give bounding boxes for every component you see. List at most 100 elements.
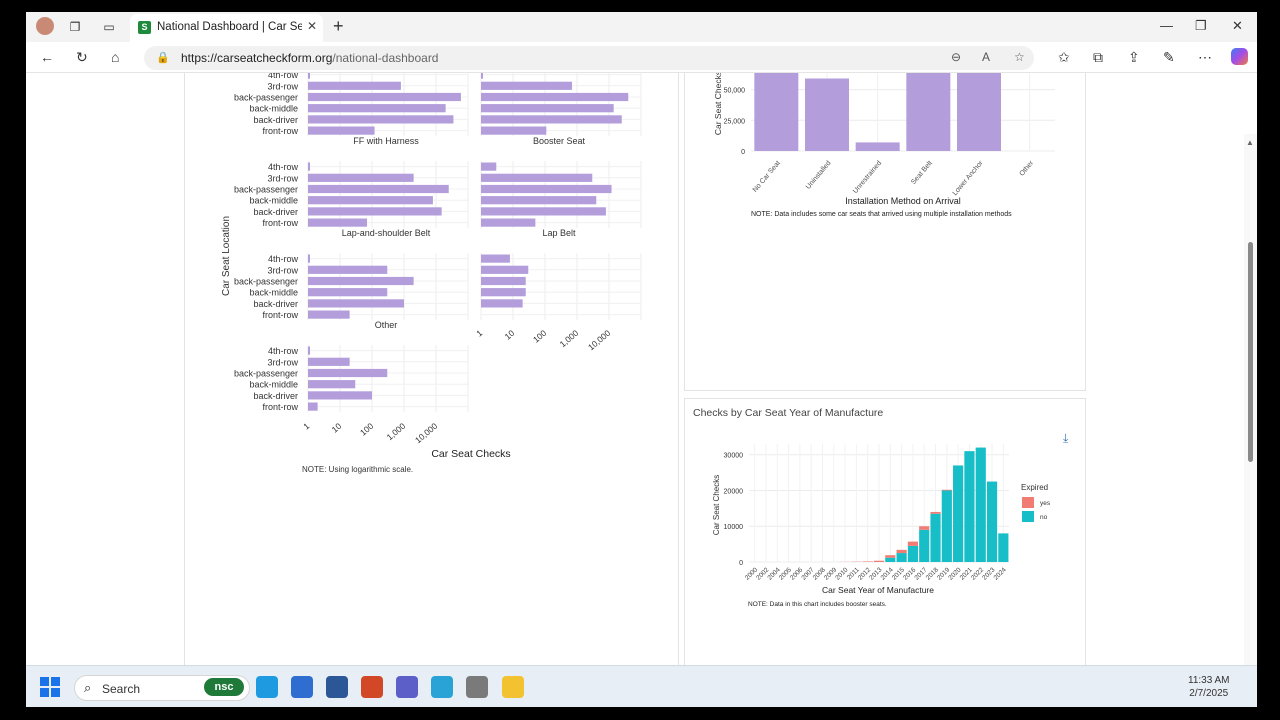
bar bbox=[308, 276, 414, 286]
x-tick-label: Unrestrained bbox=[852, 160, 883, 195]
workspaces-icon[interactable]: ❐ bbox=[67, 19, 83, 35]
bar-yes bbox=[873, 560, 885, 562]
y-axis-label: Car Seat Location bbox=[221, 216, 232, 296]
bar bbox=[481, 288, 526, 297]
url-host: https://carseatcheckform.org bbox=[181, 51, 333, 65]
clock-time: 11:33 AM bbox=[1188, 675, 1230, 686]
bar bbox=[481, 265, 529, 274]
legend-swatch bbox=[1022, 511, 1034, 522]
y-tick-label: back-middle bbox=[249, 380, 298, 390]
copilot-icon[interactable] bbox=[1231, 48, 1248, 65]
installation-method-chart: 0 25,000 50,000 No Car Seat Uninstalled Unres… bbox=[713, 73, 1055, 218]
x-tick-label: Other bbox=[1019, 159, 1036, 177]
back-icon[interactable]: ← bbox=[40, 49, 54, 65]
system-clock[interactable]: 11:33 AM 2/7/2025 bbox=[1188, 674, 1230, 700]
bar bbox=[481, 196, 597, 205]
file-explorer-icon[interactable] bbox=[502, 676, 524, 698]
bar bbox=[308, 104, 446, 113]
extensions-icon[interactable]: ✎ bbox=[1163, 49, 1175, 66]
restore-icon[interactable]: ❐ bbox=[1195, 18, 1207, 34]
page-content: 4th-row 3rd-row back-passenger back-middle b… bbox=[26, 73, 1257, 665]
facet-label: Other bbox=[375, 320, 398, 330]
minimize-icon[interactable]: — bbox=[1160, 18, 1173, 33]
bar-yes bbox=[862, 561, 873, 562]
edge-app-icon[interactable] bbox=[256, 676, 278, 698]
bar bbox=[308, 380, 356, 389]
chart-note: NOTE: Using logarithmic scale. bbox=[302, 465, 413, 474]
installation-chart-panel: 0 25,000 50,000 No Car Seat Uninstalled Unres… bbox=[684, 73, 1086, 391]
scroll-thumb[interactable] bbox=[1248, 242, 1253, 462]
scroll-up-icon[interactable]: ▲ bbox=[1246, 138, 1254, 147]
bar bbox=[481, 173, 593, 182]
home-icon[interactable]: ⌂ bbox=[111, 49, 119, 65]
more-menu-icon[interactable]: ⋯ bbox=[1198, 49, 1212, 66]
y-tick-label: 20000 bbox=[724, 488, 744, 495]
url-field[interactable]: 🔒 https://carseatcheckform.org/national-… bbox=[144, 46, 1034, 70]
nsc-badge[interactable]: nsc bbox=[204, 678, 244, 696]
bar-yes bbox=[919, 526, 930, 530]
bar bbox=[481, 184, 612, 194]
word-app-icon[interactable] bbox=[326, 676, 348, 698]
bar bbox=[308, 218, 368, 227]
page-scrollbar[interactable]: ▲ ▼ bbox=[1244, 134, 1257, 665]
y-tick-label: back-middle bbox=[249, 104, 298, 114]
tab-actions-icon[interactable]: ▭ bbox=[101, 19, 117, 35]
url-text: https://carseatcheckform.org/national-da… bbox=[181, 51, 438, 65]
bar bbox=[308, 299, 404, 308]
x-tick-label: 2024 bbox=[993, 566, 1008, 581]
collections-icon[interactable]: ⧉ bbox=[1093, 49, 1103, 66]
bar-no bbox=[885, 557, 896, 562]
y-tick-label: back-passenger bbox=[234, 185, 298, 195]
bar bbox=[481, 126, 547, 135]
new-tab-button[interactable]: + bbox=[333, 16, 344, 37]
y-tick-label: back-middle bbox=[249, 196, 298, 206]
active-tab[interactable]: S National Dashboard | Car Seat Ch ✕ bbox=[130, 14, 323, 42]
read-aloud-icon[interactable]: A bbox=[982, 50, 990, 64]
close-tab-icon[interactable]: ✕ bbox=[307, 19, 317, 33]
y-tick-label: 10000 bbox=[724, 524, 744, 531]
powerpoint-app-icon[interactable] bbox=[361, 676, 383, 698]
favorite-star-icon[interactable]: ☆ bbox=[1014, 50, 1025, 64]
share-icon[interactable]: ⇪ bbox=[1128, 49, 1140, 66]
taskbar-search-label: Search bbox=[102, 682, 141, 696]
screen: ❐ ▭ S National Dashboard | Car Seat Ch ✕… bbox=[26, 12, 1257, 707]
bar bbox=[481, 81, 573, 90]
lock-icon[interactable]: 🔒 bbox=[156, 51, 170, 64]
device-app-icon[interactable] bbox=[466, 676, 488, 698]
y-tick-label: back-passenger bbox=[234, 277, 298, 287]
y-tick-label: 4th-row bbox=[268, 73, 299, 80]
windows-start-icon[interactable] bbox=[40, 677, 60, 697]
y-tick-label: back-passenger bbox=[234, 369, 298, 379]
y-axis-label: Car Seat Checks bbox=[713, 73, 723, 135]
close-window-icon[interactable]: ✕ bbox=[1232, 18, 1243, 34]
favorites-icon[interactable]: ✩ bbox=[1058, 49, 1070, 66]
x-tick-label: 100 bbox=[358, 421, 376, 438]
legend-swatch bbox=[1022, 497, 1034, 508]
year-of-manufacture-chart: 0100002000030000200020022004200520062007… bbox=[712, 444, 1051, 608]
y-axis-label: Car Seat Checks bbox=[712, 475, 721, 535]
x-tick-label: Uninstalled bbox=[805, 160, 833, 191]
refresh-icon[interactable]: ↻ bbox=[76, 49, 88, 66]
url-path: /national-dashboard bbox=[332, 51, 439, 65]
facet-label: Lap-and-shoulder Belt bbox=[342, 228, 431, 238]
chart-note: NOTE: Data includes some car seats that … bbox=[751, 211, 1012, 218]
x-axis-label: Installation Method on Arrival bbox=[845, 196, 961, 206]
bar bbox=[906, 73, 951, 151]
bar-yes bbox=[941, 489, 952, 491]
x-tick-label: 1,000 bbox=[558, 328, 581, 350]
outlook-app-icon[interactable] bbox=[291, 676, 313, 698]
profile-avatar[interactable] bbox=[36, 17, 54, 35]
snipping-app-icon[interactable] bbox=[431, 676, 453, 698]
bar bbox=[308, 115, 454, 124]
zoom-icon[interactable]: ⊖ bbox=[951, 50, 961, 64]
facet-label: FF with Harness bbox=[353, 136, 419, 146]
location-facet-chart: 4th-row3rd-rowback-passengerback-middleb… bbox=[221, 73, 642, 474]
x-tick-label: 10,000 bbox=[586, 328, 613, 353]
y-tick-label: back-middle bbox=[249, 288, 298, 298]
teams-app-icon[interactable] bbox=[396, 676, 418, 698]
x-tick-label: 1 bbox=[474, 328, 484, 339]
y-tick-label: 0 bbox=[741, 149, 745, 156]
bar-no bbox=[919, 529, 930, 562]
bar-no bbox=[941, 490, 952, 562]
x-tick-label: Lower Anchor bbox=[952, 159, 985, 197]
